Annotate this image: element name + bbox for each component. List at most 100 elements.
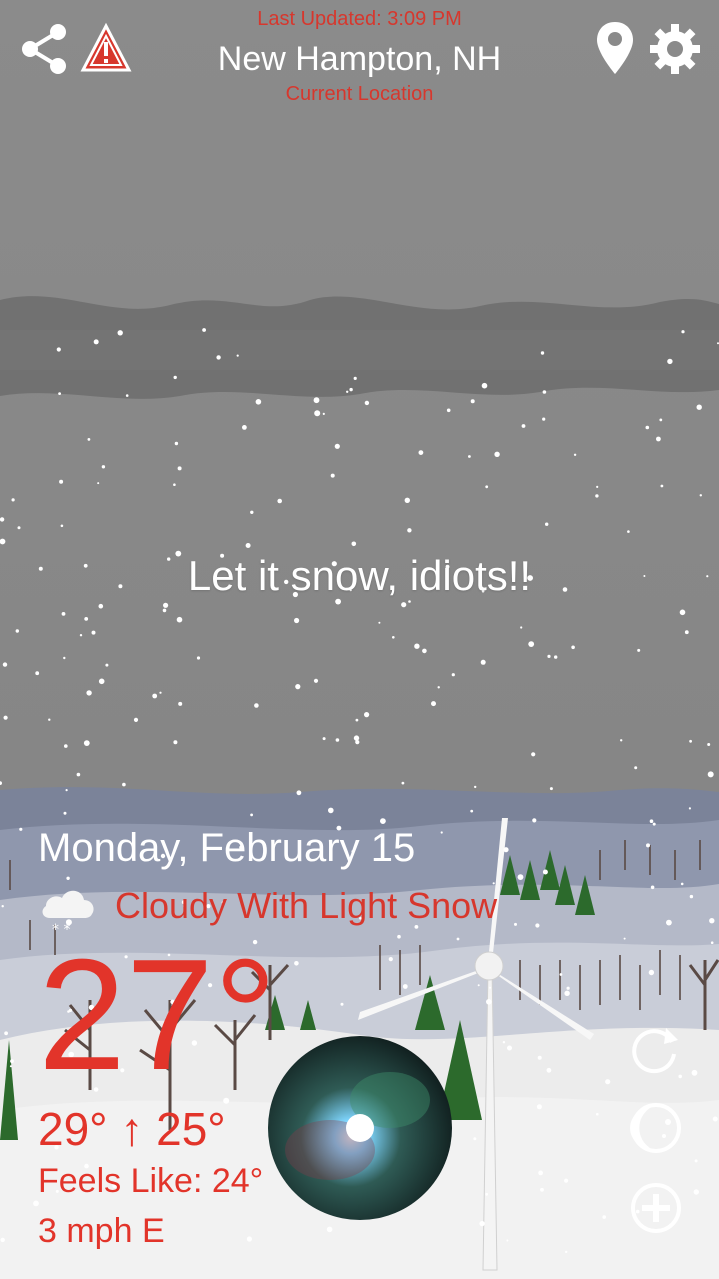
snowflake xyxy=(294,961,299,966)
current-temperature: 27° xyxy=(38,927,277,1103)
snowflake xyxy=(652,822,656,826)
snowflake xyxy=(401,602,407,608)
snowflake xyxy=(33,1200,39,1207)
snowflake xyxy=(596,1112,599,1116)
snowflake xyxy=(242,425,247,430)
snowflake xyxy=(349,387,353,392)
snowflake xyxy=(547,654,551,659)
snowflake xyxy=(250,813,254,817)
snowflake xyxy=(656,436,661,442)
gear-icon[interactable] xyxy=(648,22,702,76)
snowflake xyxy=(378,621,381,624)
snowflake xyxy=(245,543,251,548)
snowflake xyxy=(65,789,68,792)
snowflake xyxy=(19,827,23,831)
snowflake xyxy=(364,400,370,406)
snowflake xyxy=(473,1137,477,1141)
snowflake xyxy=(152,693,158,699)
snowflake xyxy=(437,686,440,689)
snowflake xyxy=(364,712,370,718)
snowflake xyxy=(98,603,104,609)
snowflake xyxy=(380,818,386,824)
snowflake xyxy=(540,351,545,355)
snowflake xyxy=(407,528,412,533)
snowflake xyxy=(546,1067,552,1073)
snowflake xyxy=(646,843,650,848)
snowflake xyxy=(456,937,460,941)
location-pin-icon[interactable] xyxy=(595,20,635,78)
snowflake xyxy=(60,524,64,528)
snowflake xyxy=(681,330,685,334)
snowflake xyxy=(9,1065,12,1068)
snowflake xyxy=(684,630,689,635)
snowflake xyxy=(174,441,179,446)
snowflake xyxy=(485,485,489,489)
snowflake xyxy=(564,990,570,996)
snowflake xyxy=(414,643,420,649)
snowflake xyxy=(532,818,537,823)
snowflake xyxy=(91,630,96,635)
snowflake xyxy=(481,382,488,389)
snowflake xyxy=(707,743,711,746)
snowflake xyxy=(680,882,684,886)
snowflake xyxy=(538,1170,543,1176)
snowflake xyxy=(480,659,486,665)
snowflake xyxy=(559,973,563,976)
snowflake xyxy=(637,648,641,652)
snowflake xyxy=(431,701,436,707)
snowflake xyxy=(650,885,655,890)
snowflake xyxy=(313,397,320,404)
snowflake xyxy=(564,1178,569,1183)
snowflake xyxy=(58,392,61,395)
snowflake xyxy=(688,807,692,810)
snowflake xyxy=(602,1215,606,1219)
snowflake xyxy=(61,612,66,616)
snowflake xyxy=(173,740,178,745)
snowflake xyxy=(2,662,8,667)
high-low-temperature: 29° ↑ 25° xyxy=(38,1103,226,1155)
snowflake xyxy=(105,663,109,667)
snowflake xyxy=(97,482,100,485)
wind-speed: 3 mph E xyxy=(38,1212,165,1250)
snowflake xyxy=(202,328,207,332)
snowflake xyxy=(63,656,66,660)
snowflake xyxy=(346,390,349,393)
siri-orb xyxy=(268,1036,452,1220)
snowflake xyxy=(620,739,623,742)
snowflake xyxy=(470,399,475,404)
snowflake xyxy=(93,339,99,345)
snowflake xyxy=(648,969,655,976)
snowflake xyxy=(451,673,455,677)
snowflake xyxy=(545,522,549,526)
snowflake xyxy=(4,1031,8,1036)
snowflake xyxy=(125,394,129,397)
snowflake xyxy=(117,330,123,336)
snowflake xyxy=(173,375,177,380)
snowflake xyxy=(35,671,40,676)
moon-icon[interactable] xyxy=(628,1100,684,1156)
snowflake xyxy=(693,1189,699,1195)
snowflake xyxy=(64,744,68,748)
snowflake xyxy=(707,771,714,778)
snowflake xyxy=(535,923,540,928)
snowflake xyxy=(549,787,553,791)
snowflake xyxy=(355,718,359,722)
snowflake xyxy=(404,497,410,503)
snowflake xyxy=(402,984,408,989)
snowflake xyxy=(250,510,254,514)
snowflake xyxy=(11,498,15,502)
snowflake xyxy=(537,1055,542,1060)
snowflake xyxy=(566,986,570,990)
snowflake xyxy=(178,701,183,706)
snowflake xyxy=(388,957,393,962)
forecast-date: Monday, February 15 xyxy=(38,826,416,870)
refresh-icon[interactable] xyxy=(628,1022,684,1078)
snowflake xyxy=(507,1045,512,1051)
add-icon[interactable] xyxy=(628,1180,684,1236)
snowflake xyxy=(520,626,523,629)
snowflake xyxy=(710,941,714,944)
snowflake xyxy=(536,1104,542,1110)
snowflake xyxy=(326,1226,333,1233)
snowflake xyxy=(98,678,105,685)
snowflake xyxy=(48,718,51,721)
